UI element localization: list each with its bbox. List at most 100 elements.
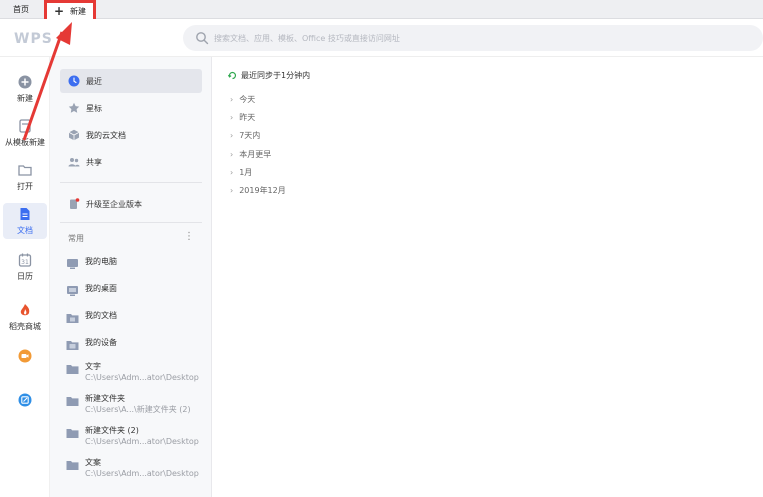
rail-label-docer: 稻壳商城	[9, 322, 41, 331]
tab-new[interactable]: + 新建	[44, 0, 96, 19]
group-today[interactable]: › 今天	[230, 94, 255, 105]
cloud-box-icon	[68, 129, 80, 141]
group-this-month-earlier[interactable]: › 本月更早	[230, 149, 271, 160]
template-icon	[19, 119, 31, 133]
rail-item-meeting[interactable]	[0, 349, 50, 363]
share-users-icon	[68, 158, 80, 167]
place-path: C:\Users\Adm...ator\Desktop	[85, 437, 199, 446]
place-title: 我的电脑	[85, 257, 117, 266]
edit-app-icon	[18, 393, 32, 407]
rail-label-open: 打开	[17, 182, 33, 191]
place-title: 新建文件夹 (2)	[85, 426, 139, 435]
nav-item-starred[interactable]: 星标	[60, 96, 202, 120]
folder-icon	[18, 165, 32, 176]
nav-item-upgrade[interactable]: 升级至企业版本	[60, 192, 202, 216]
tab-new-label: 新建	[70, 6, 87, 16]
place-my-device[interactable]: 我的设备	[66, 337, 206, 351]
chevron-right-icon: ›	[230, 95, 234, 104]
place-folder-copy[interactable]: 文案 C:\Users\Adm...ator\Desktop	[66, 457, 206, 479]
nav-label-recent: 最近	[86, 76, 102, 86]
place-my-documents[interactable]: 我的文档	[66, 310, 206, 324]
section-frequent: 常用 ⋮	[68, 231, 194, 244]
folder-icon	[66, 397, 79, 406]
nav-label-cloud-docs: 我的云文档	[86, 130, 126, 140]
place-folder-text[interactable]: 文字 C:\Users\Adm...ator\Desktop	[66, 361, 206, 383]
device-icon	[66, 341, 79, 350]
place-path: C:\Users\Adm...ator\Desktop	[85, 469, 199, 478]
rail-item-new[interactable]: 新建	[0, 75, 50, 104]
rail-label-new: 新建	[17, 94, 33, 103]
nav-divider-2	[60, 222, 202, 223]
group-label: 2019年12月	[239, 186, 286, 195]
folder-icon	[66, 365, 79, 374]
place-new-folder-2[interactable]: 新建文件夹 (2) C:\Users\Adm...ator\Desktop	[66, 425, 206, 447]
place-path: C:\Users\Adm...ator\Desktop	[85, 373, 199, 382]
chevron-right-icon: ›	[230, 150, 234, 159]
group-label: 昨天	[239, 113, 256, 122]
nav-label-shared: 共享	[86, 157, 102, 167]
chevron-right-icon: ›	[230, 168, 234, 177]
left-rail: 新建 从模板新建 打开 文档 31 日历 稻壳商城	[0, 57, 50, 497]
tab-home[interactable]: 首页	[0, 0, 42, 19]
nav-divider	[60, 182, 202, 183]
chevron-right-icon: ›	[230, 131, 234, 140]
place-title: 文案	[85, 458, 101, 467]
folder-icon	[66, 429, 79, 438]
search-placeholder[interactable]: 搜索文档、应用、模板、Office 技巧或直接访问网址	[214, 33, 400, 44]
tab-bar: 首页 + 新建	[0, 0, 763, 19]
place-title: 我的设备	[85, 338, 117, 347]
rail-label-documents: 文档	[17, 226, 33, 235]
calendar-icon: 31	[18, 253, 32, 267]
docer-icon	[20, 304, 30, 316]
rail-item-template[interactable]: 从模板新建	[0, 119, 50, 148]
group-january[interactable]: › 1月	[230, 167, 252, 178]
place-my-desktop[interactable]: 我的桌面	[66, 283, 206, 297]
nav-label-starred: 星标	[86, 103, 102, 113]
place-title: 新建文件夹	[85, 394, 125, 403]
nav-panel: 最近 星标 我的云文档 共享 升级至企业版本 常用 ⋮ 我的电脑 我的桌面 我的…	[50, 57, 212, 497]
section-frequent-title: 常用	[68, 234, 84, 243]
wps-logo: WPS	[14, 31, 53, 47]
video-meeting-icon	[18, 349, 32, 363]
plus-circle-icon	[18, 75, 32, 89]
group-label: 7天内	[239, 131, 261, 140]
rail-item-documents[interactable]: 文档	[3, 203, 47, 239]
rail-label-template: 从模板新建	[5, 138, 45, 147]
place-new-folder[interactable]: 新建文件夹 C:\Users\A...\新建文件夹 (2)	[66, 393, 206, 415]
main-content: 最近同步于1分钟内 › 今天 › 昨天 › 7天内 › 本月更早 › 1月 › …	[212, 57, 763, 497]
sync-status: 最近同步于1分钟内	[228, 70, 310, 81]
place-title: 我的桌面	[85, 284, 117, 293]
star-icon	[68, 102, 80, 113]
rail-label-calendar: 日历	[17, 272, 33, 281]
chevron-right-icon: ›	[230, 113, 234, 122]
place-title: 文字	[85, 362, 101, 371]
group-label: 1月	[239, 168, 253, 177]
group-7-days[interactable]: › 7天内	[230, 130, 260, 141]
nav-item-cloud-docs[interactable]: 我的云文档	[60, 123, 202, 147]
nav-item-shared[interactable]: 共享	[60, 150, 202, 174]
rail-item-docer[interactable]: 稻壳商城	[0, 303, 50, 332]
place-path: C:\Users\A...\新建文件夹 (2)	[85, 405, 191, 414]
rail-item-open[interactable]: 打开	[0, 163, 50, 192]
group-label: 本月更早	[239, 150, 272, 159]
plus-icon: +	[53, 4, 65, 18]
rail-item-calendar[interactable]: 31 日历	[0, 253, 50, 282]
more-options-icon[interactable]: ⋮	[184, 231, 194, 242]
search-icon	[196, 32, 209, 45]
clock-icon	[68, 75, 80, 87]
chevron-right-icon: ›	[230, 186, 234, 195]
group-label: 今天	[239, 95, 256, 104]
place-my-computer[interactable]: 我的电脑	[66, 256, 206, 270]
group-yesterday[interactable]: › 昨天	[230, 112, 255, 123]
group-dec-2019[interactable]: › 2019年12月	[230, 185, 286, 196]
desktop-icon	[67, 286, 78, 296]
upgrade-icon	[70, 198, 80, 209]
computer-icon	[67, 259, 78, 269]
documents-folder-icon	[66, 314, 79, 323]
rail-item-edit-app[interactable]	[0, 393, 50, 407]
nav-item-recent[interactable]: 最近	[60, 69, 202, 93]
search-bar[interactable]: 搜索文档、应用、模板、Office 技巧或直接访问网址	[183, 25, 763, 51]
folder-icon	[66, 461, 79, 470]
document-icon	[20, 208, 30, 220]
header: WPS 搜索文档、应用、模板、Office 技巧或直接访问网址	[0, 19, 763, 57]
